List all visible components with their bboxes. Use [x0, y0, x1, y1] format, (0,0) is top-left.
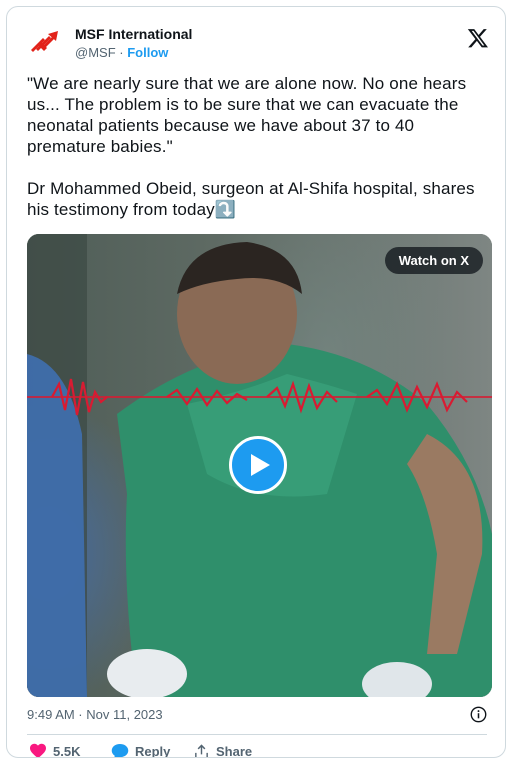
play-button[interactable]	[229, 436, 287, 494]
info-icon[interactable]	[470, 706, 487, 723]
tweet-embed-card: MSF International @MSF · Follow "We are …	[6, 6, 506, 758]
heart-icon	[30, 743, 46, 757]
share-icon	[195, 743, 208, 757]
watch-on-x-button[interactable]: Watch on X	[384, 247, 483, 274]
reply-bubble-icon	[111, 743, 129, 757]
divider	[27, 734, 487, 735]
x-logo-icon[interactable]	[467, 27, 489, 49]
msf-logo-icon[interactable]	[27, 25, 63, 61]
share-button[interactable]: Share	[193, 741, 253, 758]
author-handle[interactable]: @MSF	[75, 45, 116, 60]
play-icon	[251, 454, 270, 476]
author-handle-row: @MSF · Follow	[75, 45, 168, 60]
share-label: Share	[216, 743, 253, 758]
video-player[interactable]: Watch on X	[27, 234, 492, 697]
reply-label: Reply	[135, 743, 171, 758]
tweet-header: MSF International @MSF · Follow	[25, 21, 491, 65]
tweet-text: "We are nearly sure that we are alone no…	[27, 74, 475, 219]
like-count: 5.5K	[53, 743, 81, 758]
follow-button[interactable]: Follow	[127, 45, 168, 60]
reply-button[interactable]: Reply	[111, 741, 171, 758]
like-button[interactable]: 5.5K	[29, 741, 81, 758]
tweet-timestamp[interactable]: 9:49 AM · Nov 11, 2023	[27, 707, 163, 722]
author-name[interactable]: MSF International	[75, 26, 192, 42]
handle-separator: ·	[119, 45, 124, 60]
